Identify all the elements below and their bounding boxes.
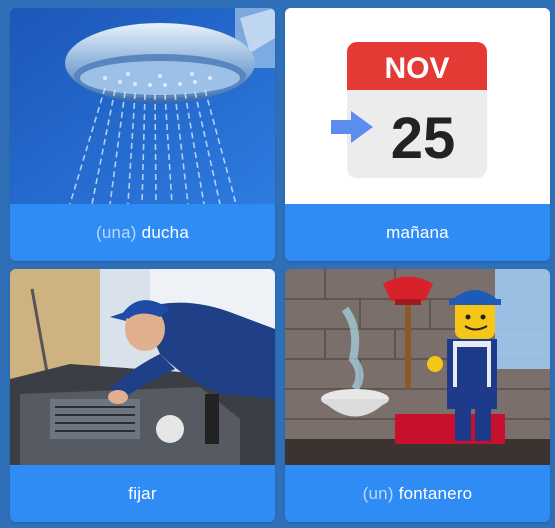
calendar-day: 25	[391, 106, 456, 171]
word-text: fijar	[128, 483, 157, 503]
word-text: fontanero	[398, 483, 473, 503]
article-text: (un)	[362, 483, 394, 503]
card-label: (un) fontanero	[285, 465, 550, 522]
card-manana[interactable]: NOV 25 mañana	[285, 8, 550, 261]
calendar-month: NOV	[384, 52, 449, 85]
calendar-tomorrow-image: NOV 25	[285, 8, 550, 204]
card-label: mañana	[285, 204, 550, 261]
card-fijar[interactable]: fijar	[10, 269, 275, 522]
flashcard-grid: (una) ducha NOV 25 mañana fijar (un) fon…	[10, 8, 550, 522]
word-text: mañana	[386, 222, 449, 242]
card-label: (una) ducha	[10, 204, 275, 261]
card-fontanero[interactable]: (un) fontanero	[285, 269, 550, 522]
card-label: fijar	[10, 465, 275, 522]
card-ducha[interactable]: (una) ducha	[10, 8, 275, 261]
toy-plumber-image	[285, 269, 550, 465]
shower-head-image	[10, 8, 275, 204]
word-text: ducha	[141, 222, 189, 242]
article-text: (una)	[95, 222, 137, 242]
mechanic-fixing-car-image	[10, 269, 275, 465]
